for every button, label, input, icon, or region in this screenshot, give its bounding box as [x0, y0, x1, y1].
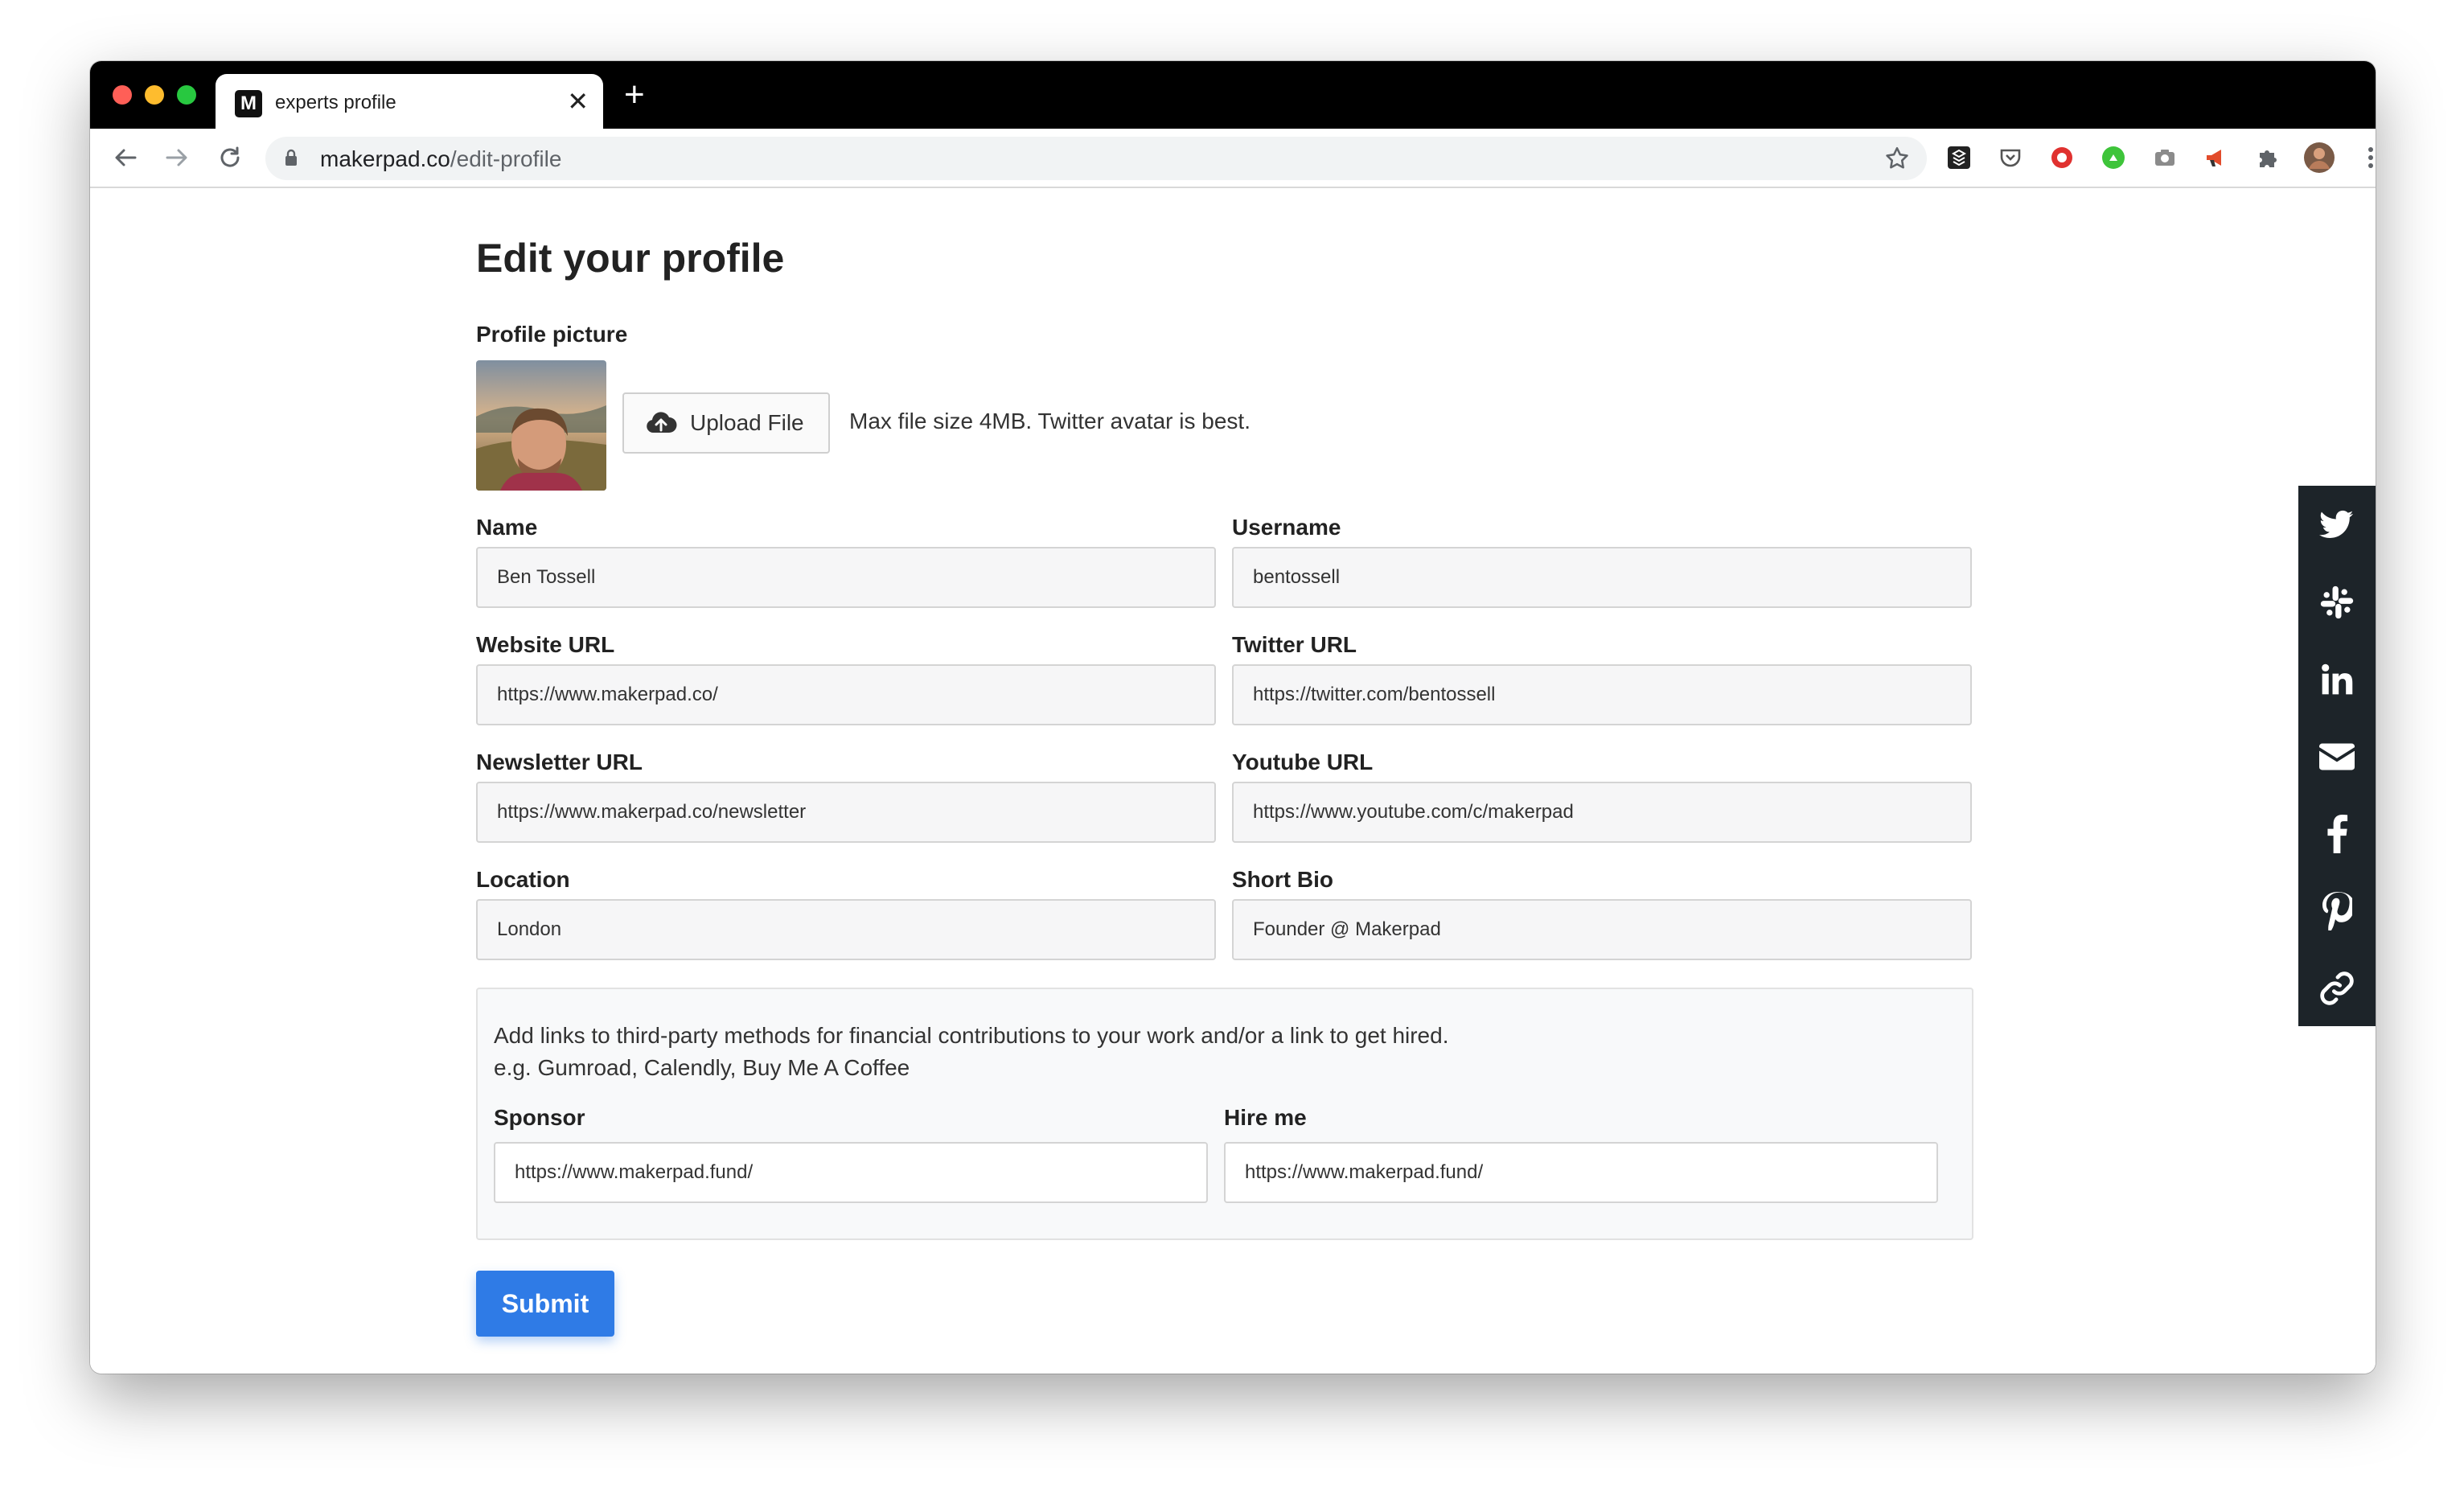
extension-green-icon[interactable] — [2097, 142, 2129, 174]
tab-bar: M experts profile ✕ + — [90, 61, 2376, 129]
new-tab-button[interactable]: + — [624, 77, 645, 113]
extensions-puzzle-icon[interactable] — [2252, 142, 2284, 174]
page-title: Edit your profile — [476, 236, 785, 281]
slack-icon — [2320, 585, 2354, 619]
maximize-window-button[interactable] — [177, 85, 196, 105]
funding-intro-line2: e.g. Gumroad, Calendly, Buy Me A Coffee — [494, 1055, 910, 1080]
minimize-window-button[interactable] — [145, 85, 164, 105]
social-share-bar — [2298, 486, 2376, 1026]
upload-hint: Max file size 4MB. Twitter avatar is bes… — [849, 409, 1250, 433]
facebook-share-button[interactable] — [2298, 795, 2376, 873]
name-field[interactable]: Ben Tossell — [476, 547, 1216, 608]
tab-close-icon[interactable]: ✕ — [567, 86, 589, 117]
twitter-url-field[interactable]: https://twitter.com/bentossell — [1232, 664, 1972, 725]
copy-link-button[interactable] — [2298, 949, 2376, 1028]
sponsor-field[interactable]: https://www.makerpad.fund/ — [494, 1142, 1208, 1203]
short-bio-field[interactable]: Founder @ Makerpad — [1232, 899, 1972, 960]
location-field[interactable]: London — [476, 899, 1216, 960]
extension-pocket-icon[interactable] — [1994, 142, 2027, 174]
facebook-icon — [2327, 815, 2348, 853]
short-bio-label: Short Bio — [1232, 867, 1333, 892]
hire-me-label: Hire me — [1224, 1105, 1307, 1130]
profile-picture-label: Profile picture — [476, 322, 628, 347]
extension-megaphone-icon[interactable] — [2200, 142, 2232, 174]
close-window-button[interactable] — [113, 85, 132, 105]
upload-file-label: Upload File — [690, 410, 804, 435]
email-share-button[interactable] — [2298, 717, 2376, 796]
url-text: makerpad.co/edit-profile — [320, 146, 561, 172]
forward-arrow-icon[interactable] — [162, 143, 191, 172]
browser-menu-icon[interactable] — [2355, 142, 2376, 174]
twitter-icon — [2319, 510, 2354, 538]
website-url-label: Website URL — [476, 632, 615, 657]
extension-red-icon[interactable] — [2046, 142, 2078, 174]
link-icon — [2320, 971, 2354, 1005]
location-label: Location — [476, 867, 570, 892]
username-label: Username — [1232, 515, 1341, 540]
newsletter-url-label: Newsletter URL — [476, 750, 643, 774]
name-label: Name — [476, 515, 538, 540]
browser-toolbar: makerpad.co/edit-profile — [90, 129, 2376, 188]
tab-title: experts profile — [275, 92, 396, 113]
slack-share-button[interactable] — [2298, 563, 2376, 642]
cloud-upload-icon — [647, 412, 677, 433]
youtube-url-label: Youtube URL — [1232, 750, 1374, 774]
extension-camera-icon[interactable] — [2149, 142, 2181, 174]
page-content: Edit your profile Profile picture Upload… — [90, 190, 2376, 1374]
twitter-share-button[interactable] — [2298, 486, 2376, 565]
profile-avatar-icon[interactable] — [2303, 142, 2335, 174]
upload-file-button[interactable]: Upload File — [622, 392, 830, 454]
youtube-url-field[interactable]: https://www.youtube.com/c/makerpad — [1232, 782, 1972, 843]
profile-picture — [476, 360, 606, 491]
sponsor-label: Sponsor — [494, 1105, 585, 1130]
submit-button[interactable]: Submit — [476, 1271, 614, 1337]
hire-me-field[interactable]: https://www.makerpad.fund/ — [1224, 1142, 1938, 1203]
linkedin-share-button[interactable] — [2298, 640, 2376, 719]
email-icon — [2319, 743, 2355, 770]
linkedin-icon — [2322, 663, 2353, 695]
url-host: makerpad.co — [320, 146, 450, 171]
newsletter-url-field[interactable]: https://www.makerpad.co/newsletter — [476, 782, 1216, 843]
makerpad-favicon-icon: M — [235, 90, 262, 117]
username-field[interactable]: bentossell — [1232, 547, 1972, 608]
pinterest-icon — [2322, 892, 2352, 930]
pinterest-share-button[interactable] — [2298, 872, 2376, 951]
reload-icon[interactable] — [216, 143, 244, 172]
lock-icon — [285, 149, 297, 166]
browser-tab[interactable]: M experts profile ✕ — [216, 74, 603, 129]
address-bar[interactable]: makerpad.co/edit-profile — [265, 137, 1927, 180]
back-arrow-icon[interactable] — [111, 143, 140, 172]
url-path: /edit-profile — [450, 146, 562, 171]
bookmark-star-icon[interactable] — [1883, 145, 1911, 172]
extension-buffer-icon[interactable] — [1943, 142, 1975, 174]
browser-window: M experts profile ✕ + makerpad.co/edit-p… — [90, 61, 2376, 1374]
website-url-field[interactable]: https://www.makerpad.co/ — [476, 664, 1216, 725]
funding-intro-line1: Add links to third-party methods for fin… — [494, 1023, 1449, 1048]
twitter-url-label: Twitter URL — [1232, 632, 1357, 657]
funding-links-panel: Add links to third-party methods for fin… — [476, 988, 1973, 1240]
